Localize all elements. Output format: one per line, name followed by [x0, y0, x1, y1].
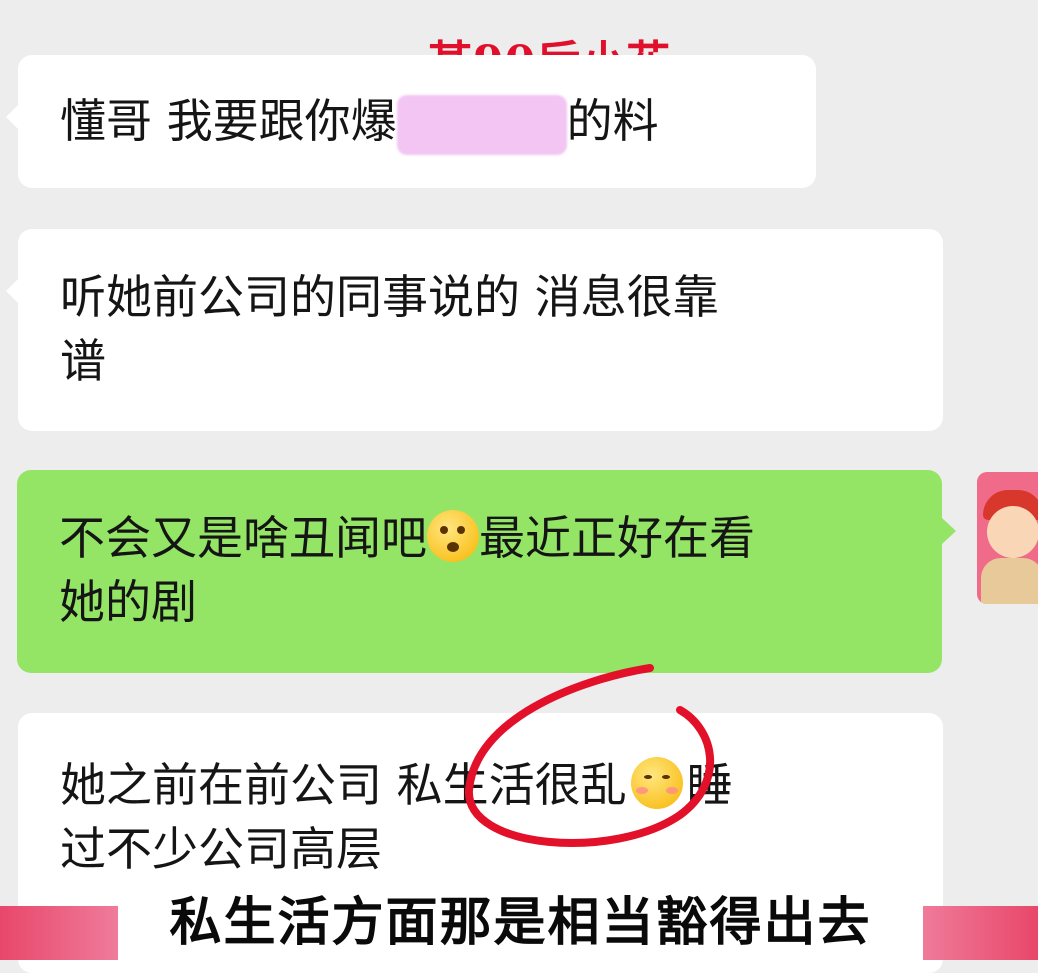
message-text: 懂哥 我要跟你爆: [60, 94, 397, 148]
message-text: 的料: [566, 94, 659, 148]
message-text: 最近正好在看: [479, 511, 755, 565]
message-text: 听她前公司的同事说的 消息很靠: [60, 270, 719, 324]
red-circle-annotation: [464, 664, 715, 847]
message-bubble-2[interactable]: 听她前公司的同事说的 消息很靠 谱: [6, 229, 943, 431]
avatar-icon[interactable]: [977, 472, 1038, 604]
redacted-name: [396, 94, 567, 155]
shocked-emoji-icon: [427, 510, 479, 562]
message-text: 她的剧: [59, 575, 197, 629]
message-bubble-3[interactable]: 不会又是啥丑闻吧 最近正好在看 她的剧: [17, 470, 956, 673]
message-text: 不会又是啥丑闻吧: [59, 511, 427, 565]
video-caption: 私生活方面那是相当豁得出去: [118, 886, 923, 960]
message-text: 谱: [60, 334, 106, 388]
message-bubble-1[interactable]: 懂哥 我要跟你爆 的料: [6, 55, 816, 188]
